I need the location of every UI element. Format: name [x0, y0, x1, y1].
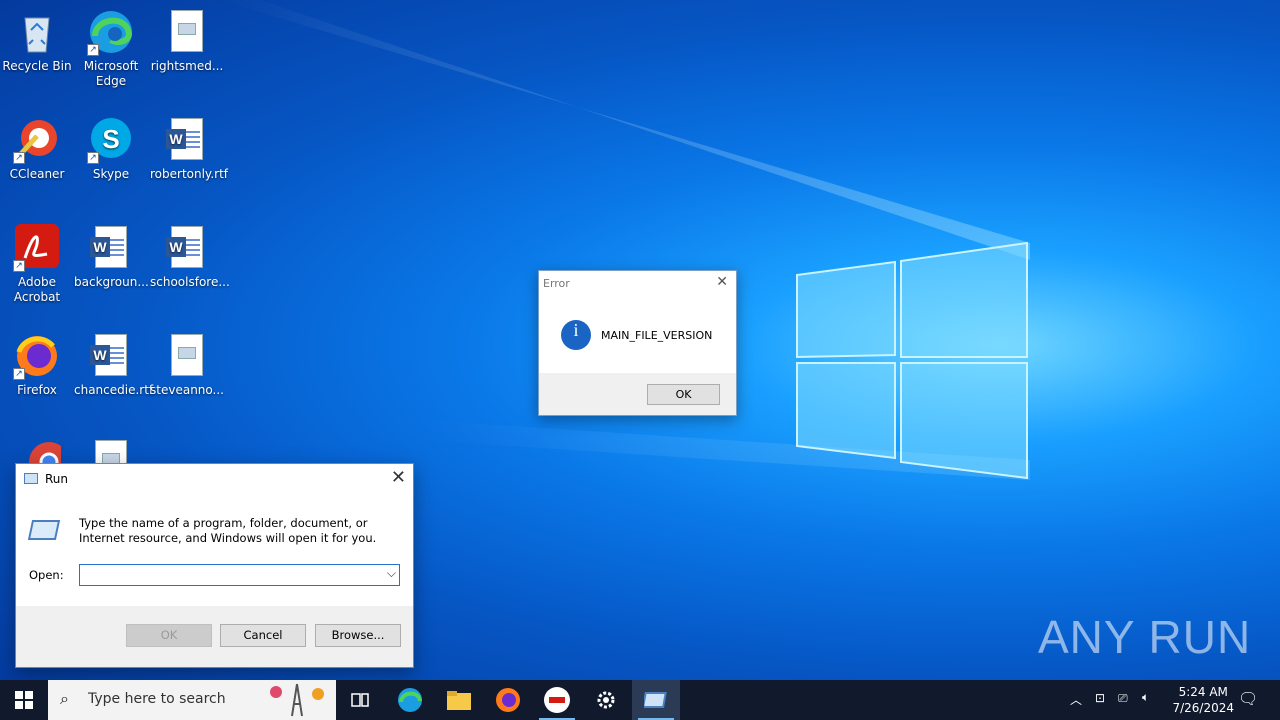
word-file-icon: W	[163, 116, 211, 164]
desktop-icon-label: backgroun...	[74, 275, 149, 289]
desktop-icon-label: robertonly.rtf	[150, 167, 228, 181]
windows-logo	[796, 241, 1028, 480]
error-message: MAIN_FILE_VERSION	[601, 329, 713, 342]
taskbar: ⌕ Type here to search ︿ ⊡ ⎚ 🔈︎ 5:24 AM 7…	[0, 680, 1280, 720]
desktop-icon-label: rightsmed...	[150, 59, 224, 73]
chevron-down-icon[interactable]: ⌵	[387, 566, 396, 581]
desktop-icon-microsoft-edge[interactable]: ↗ Microsoft Edge	[74, 8, 148, 89]
search-icon: ⌕	[60, 689, 69, 708]
taskbar-app-adobe[interactable]	[533, 680, 581, 720]
taskbar-file-explorer[interactable]	[435, 680, 483, 720]
ok-button[interactable]: OK	[647, 384, 720, 405]
desktop-icon-label: Skype	[92, 167, 130, 181]
open-combobox[interactable]: ⌵	[79, 564, 400, 586]
clock-time: 5:24 AM	[1178, 685, 1228, 699]
ccleaner-icon: ↗	[13, 116, 61, 164]
desktop-icon-label: schoolsfore...	[150, 275, 230, 289]
taskbar-firefox[interactable]	[484, 680, 532, 720]
chevron-up-icon[interactable]: ︿	[1070, 691, 1088, 720]
desktop-icon-steveanno[interactable]: steveanno...	[150, 332, 224, 398]
folder-icon	[447, 691, 471, 710]
desktop-icon-rightsmed[interactable]: rightsmed...	[150, 8, 224, 74]
error-dialog-title: Error	[543, 277, 570, 290]
desktop-icon-label: Firefox	[17, 383, 57, 397]
notification-icon[interactable]: 🗨︎	[1238, 689, 1258, 720]
desktop-icon-label: steveanno...	[150, 383, 224, 397]
cancel-button[interactable]: Cancel	[220, 624, 306, 647]
search-highlight-art	[270, 683, 324, 717]
desktop-icon-robertonly-rtf[interactable]: W robertonly.rtf	[150, 116, 228, 182]
run-dialog-title: Run	[45, 472, 69, 486]
task-view-button[interactable]	[336, 680, 384, 720]
edge-icon: ↗	[87, 8, 135, 56]
acrobat-icon: ↗	[13, 224, 61, 272]
browse-button[interactable]: Browse...	[315, 624, 401, 647]
desktop-icon-schoolsfore[interactable]: W schoolsfore...	[150, 224, 230, 290]
firefox-icon	[496, 688, 520, 712]
image-file-icon	[163, 8, 211, 56]
search-box[interactable]: ⌕ Type here to search	[48, 680, 336, 720]
run-program-icon	[27, 520, 61, 540]
desktop-icon-firefox[interactable]: ↗ Firefox	[0, 332, 74, 398]
anyrun-watermark: ANY RUN	[1038, 611, 1252, 663]
ok-button[interactable]: OK	[126, 624, 212, 647]
desktop-icon-label: chancedie.rtf	[74, 383, 154, 397]
error-dialog: Error ✕ i MAIN_FILE_VERSION OK	[538, 270, 737, 416]
task-view-icon	[351, 693, 369, 707]
windows-start-icon	[15, 691, 33, 709]
run-icon	[24, 473, 38, 484]
desktop-icon-label: CCleaner	[9, 167, 65, 181]
taskbar-run[interactable]	[632, 680, 680, 720]
taskbar-settings[interactable]	[582, 680, 630, 720]
app-icon	[544, 687, 570, 713]
start-button[interactable]	[0, 680, 48, 720]
edge-icon	[398, 688, 422, 712]
desktop-icon-adobe-acrobat[interactable]: ↗ Adobe Acrobat	[0, 224, 74, 305]
close-icon[interactable]: ✕	[716, 274, 728, 290]
desktop-icon-chancedie-rtf[interactable]: W chancedie.rtf	[74, 332, 154, 398]
desktop-icon-label: Adobe Acrobat	[13, 275, 61, 304]
firefox-icon: ↗	[13, 332, 61, 380]
error-dialog-footer: OK	[539, 373, 736, 415]
svg-text:S: S	[102, 124, 119, 154]
word-file-icon: W	[87, 224, 135, 272]
network-icon[interactable]: ⎚	[1118, 691, 1128, 720]
image-file-icon	[163, 332, 211, 380]
close-icon[interactable]: ✕	[391, 467, 406, 489]
word-file-icon: W	[87, 332, 135, 380]
search-placeholder: Type here to search	[88, 691, 226, 707]
taskbar-edge[interactable]	[386, 680, 434, 720]
skype-icon: S ↗	[87, 116, 135, 164]
gear-icon	[597, 691, 615, 709]
desktop-icon-skype[interactable]: S ↗ Skype	[74, 116, 148, 182]
desktop-icon-background-rtf[interactable]: W backgroun...	[74, 224, 149, 290]
desktop-icon-ccleaner[interactable]: ↗ CCleaner	[0, 116, 74, 182]
device-icon[interactable]: ⊡	[1095, 691, 1105, 720]
run-dialog-footer: OK Cancel Browse...	[16, 606, 413, 667]
run-dialog: Run ✕ Type the name of a program, folder…	[15, 463, 414, 668]
clock[interactable]: 5:24 AM 7/26/2024	[1172, 684, 1234, 716]
open-label: Open:	[29, 568, 64, 582]
desktop-icon-label: Microsoft Edge	[83, 59, 139, 88]
desktop-icon-recycle-bin[interactable]: Recycle Bin	[0, 8, 74, 74]
recycle-bin-icon	[13, 8, 61, 56]
clock-date: 7/26/2024	[1172, 701, 1234, 715]
word-file-icon: W	[163, 224, 211, 272]
volume-icon[interactable]: 🔈︎	[1142, 690, 1149, 720]
info-icon: i	[561, 320, 591, 350]
run-icon	[644, 692, 667, 708]
run-description: Type the name of a program, folder, docu…	[79, 516, 377, 545]
desktop-icon-label: Recycle Bin	[2, 59, 72, 73]
